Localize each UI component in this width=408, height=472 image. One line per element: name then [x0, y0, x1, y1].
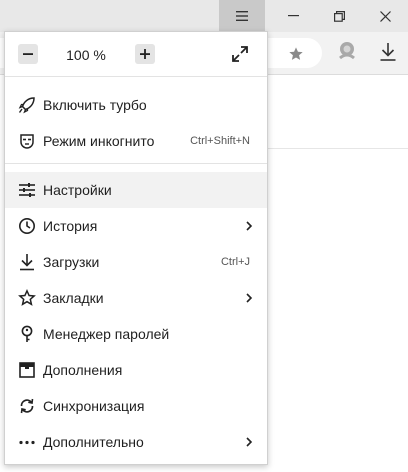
menu-item-downloads[interactable]: Загрузки Ctrl+J [5, 244, 267, 280]
plus-icon [140, 49, 150, 59]
menu-item-bookmarks[interactable]: Закладки [5, 280, 267, 316]
menu-separator [5, 76, 267, 77]
close-button[interactable] [362, 0, 408, 32]
star-outline-icon [17, 288, 37, 308]
more-dots-icon [17, 432, 37, 452]
menu-item-history[interactable]: История [5, 208, 267, 244]
title-bar [0, 0, 408, 32]
menu-item-settings[interactable]: Настройки [5, 172, 267, 208]
menu-item-label: Дополнения [43, 362, 123, 378]
zoom-level: 100 % [66, 47, 106, 63]
downloads-toolbar-icon[interactable] [379, 42, 397, 62]
clock-icon [17, 216, 37, 236]
fullscreen-icon [232, 46, 248, 62]
browser-menu: 100 % Включить турбо Режим инкогнито Ctr… [4, 31, 268, 465]
menu-item-sync[interactable]: Синхронизация [5, 388, 267, 424]
addons-box-icon [17, 360, 37, 380]
incognito-mask-icon [17, 131, 37, 151]
zoom-out-button[interactable] [18, 44, 38, 64]
menu-item-label: Включить турбо [43, 97, 147, 113]
menu-item-label: Настройки [43, 182, 112, 198]
shortcut-hint: Ctrl+J [220, 256, 250, 268]
chevron-right-icon [246, 437, 253, 447]
extension-icon[interactable] [336, 40, 358, 62]
menu-item-turbo[interactable]: Включить турбо [5, 87, 267, 123]
chevron-right-icon [246, 293, 253, 303]
menu-item-label: Загрузки [43, 254, 100, 270]
download-icon [17, 252, 37, 272]
shortcut-hint: Ctrl+Shift+N [190, 135, 250, 147]
menu-item-label: История [43, 218, 98, 234]
browser-menu-button[interactable] [219, 0, 265, 32]
menu-item-password-manager[interactable]: Менеджер паролей [5, 316, 267, 352]
menu-item-label: Закладки [43, 290, 104, 306]
chevron-right-icon [246, 221, 253, 231]
restore-icon [333, 10, 345, 22]
fullscreen-button[interactable] [231, 45, 251, 65]
menu-item-addons[interactable]: Дополнения [5, 352, 267, 388]
settings-sliders-icon [17, 180, 37, 200]
hamburger-icon [236, 11, 248, 21]
minus-icon [23, 53, 33, 55]
menu-item-label: Менеджер паролей [43, 326, 170, 342]
sync-icon [17, 396, 37, 416]
zoom-in-button[interactable] [135, 44, 155, 64]
rocket-icon [17, 95, 37, 115]
zoom-controls: 100 % [5, 32, 267, 76]
menu-item-label: Синхронизация [43, 398, 145, 414]
menu-item-label: Дополнительно [43, 434, 144, 450]
menu-item-more[interactable]: Дополнительно [5, 424, 267, 460]
bookmark-star-icon[interactable] [288, 46, 304, 62]
content-divider [268, 148, 408, 149]
menu-item-label: Режим инкогнито [43, 133, 155, 149]
minimize-icon [287, 15, 299, 17]
close-icon [379, 10, 391, 22]
key-icon [17, 324, 37, 344]
minimize-button[interactable] [270, 0, 316, 32]
restore-button[interactable] [316, 0, 362, 32]
menu-item-incognito[interactable]: Режим инкогнито Ctrl+Shift+N [5, 123, 267, 159]
menu-separator [5, 163, 267, 164]
